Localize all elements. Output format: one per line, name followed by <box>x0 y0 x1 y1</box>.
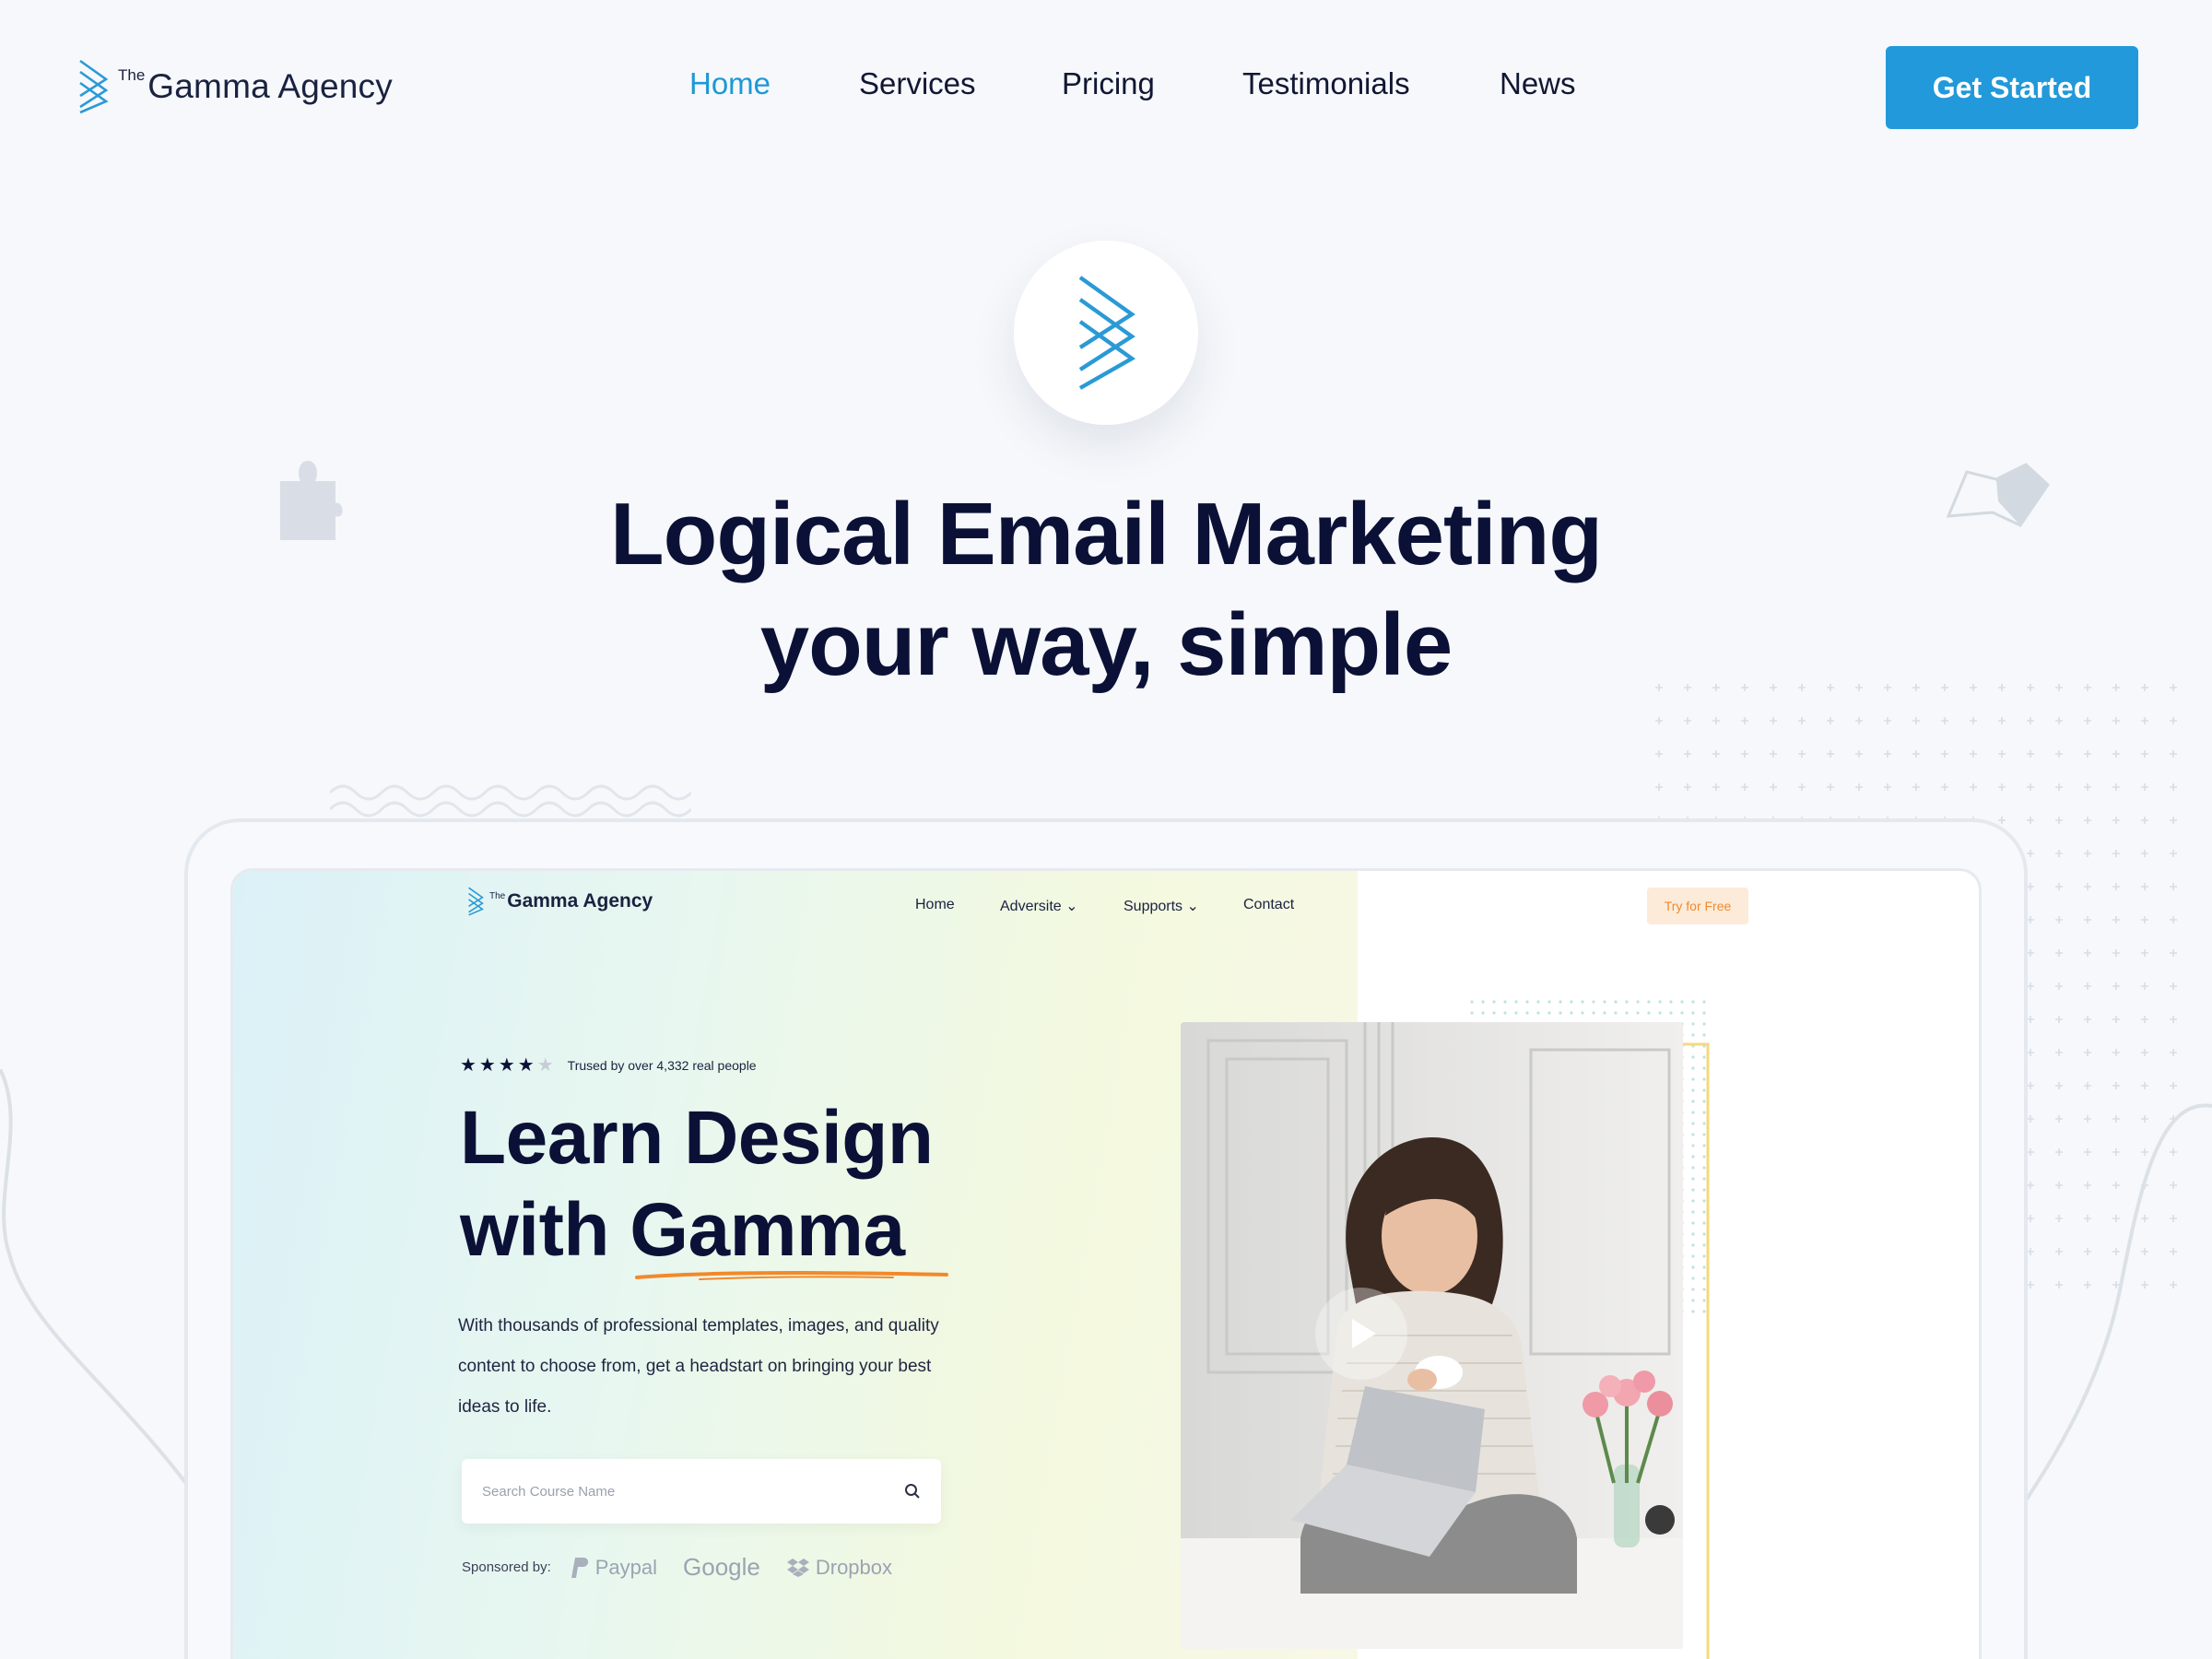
trust-text: Trused by over 4,332 real people <box>567 1057 757 1073</box>
sponsor-paypal-label: Paypal <box>594 1555 658 1579</box>
hero-title-line-1: Logical Email Marketing <box>610 485 1603 583</box>
mockup-brand-name: Gamma Agency <box>507 890 653 912</box>
hero-title: Logical Email Marketing your way, simple <box>369 479 1843 700</box>
wave-decoration <box>330 784 691 818</box>
nav-item-news[interactable]: News <box>1500 66 1576 101</box>
mockup-brand-prefix: The <box>489 890 506 901</box>
play-icon <box>1352 1319 1376 1348</box>
nav-item-home[interactable]: Home <box>689 66 771 101</box>
puzzle-icon <box>280 461 343 540</box>
mockup-hero-title: Learn Design with Gamma <box>460 1092 934 1277</box>
sponsor-dropbox-label: Dropbox <box>815 1555 893 1579</box>
sponsors-row: Sponsored by: Paypal Google Dropbox <box>462 1553 918 1582</box>
search-icon[interactable] <box>904 1483 921 1500</box>
brand-prefix: The <box>118 66 146 84</box>
curve-right-decoration <box>2018 1103 2212 1512</box>
handshake-icon <box>1947 463 2050 527</box>
gamma-logo-icon <box>1078 276 1136 390</box>
mockup-nav-home[interactable]: Home <box>915 897 955 913</box>
hero-logo-badge <box>1014 241 1198 425</box>
brand-name: Gamma Agency <box>147 67 393 105</box>
sponsor-paypal: Paypal <box>570 1556 657 1580</box>
curve-left-decoration <box>0 1069 195 1493</box>
course-search-input[interactable]: Search Course Name <box>462 1459 941 1524</box>
hero-title-line-2: your way, simple <box>759 595 1453 694</box>
mockup-title-line-2: with Gamma <box>460 1188 905 1272</box>
title-underline-stroke <box>635 1271 948 1280</box>
brand-logo[interactable]: The Gamma Agency <box>77 59 393 114</box>
mockup-nav-contact[interactable]: Contact <box>1243 897 1294 913</box>
trust-rating: ★★★★★ Trused by over 4,332 real people <box>460 1053 757 1077</box>
sponsor-google: Google <box>683 1553 760 1582</box>
gamma-logo-icon <box>79 59 109 114</box>
nav-item-testimonials[interactable]: Testimonials <box>1242 66 1410 101</box>
sponsor-dropbox: Dropbox <box>786 1556 892 1580</box>
woman-with-laptop-photo <box>1181 1022 1683 1649</box>
get-started-button[interactable]: Get Started <box>1886 46 2138 129</box>
dropbox-icon <box>786 1558 809 1577</box>
nav-item-services[interactable]: Services <box>859 66 976 101</box>
nav-item-pricing[interactable]: Pricing <box>1062 66 1155 101</box>
device-screen: The Gamma Agency Home Adversite ⌄ Suppor… <box>230 868 1982 1659</box>
top-navbar: The Gamma Agency Home Services Pricing T… <box>0 0 2212 175</box>
sponsor-google-label: Google <box>683 1553 760 1581</box>
mockup-description: With thousands of professional templates… <box>458 1316 939 1417</box>
star-rating-icons: ★★★★★ <box>460 1055 557 1076</box>
sponsored-by-label: Sponsored by: <box>462 1559 551 1575</box>
search-placeholder: Search Course Name <box>482 1483 616 1500</box>
mockup-nav-supports[interactable]: Supports ⌄ <box>1124 897 1199 915</box>
mockup-nav-adversite[interactable]: Adversite ⌄ <box>1000 897 1078 915</box>
paypal-icon <box>571 1557 588 1578</box>
mockup-brand-logo[interactable]: The Gamma Agency <box>467 886 653 917</box>
photo-illustration <box>1181 1022 1683 1649</box>
try-for-free-button[interactable]: Try for Free <box>1647 888 1748 924</box>
mockup-title-line-1: Learn Design <box>460 1096 934 1180</box>
video-play-button[interactable] <box>1315 1288 1407 1380</box>
gamma-logo-icon <box>468 887 484 916</box>
